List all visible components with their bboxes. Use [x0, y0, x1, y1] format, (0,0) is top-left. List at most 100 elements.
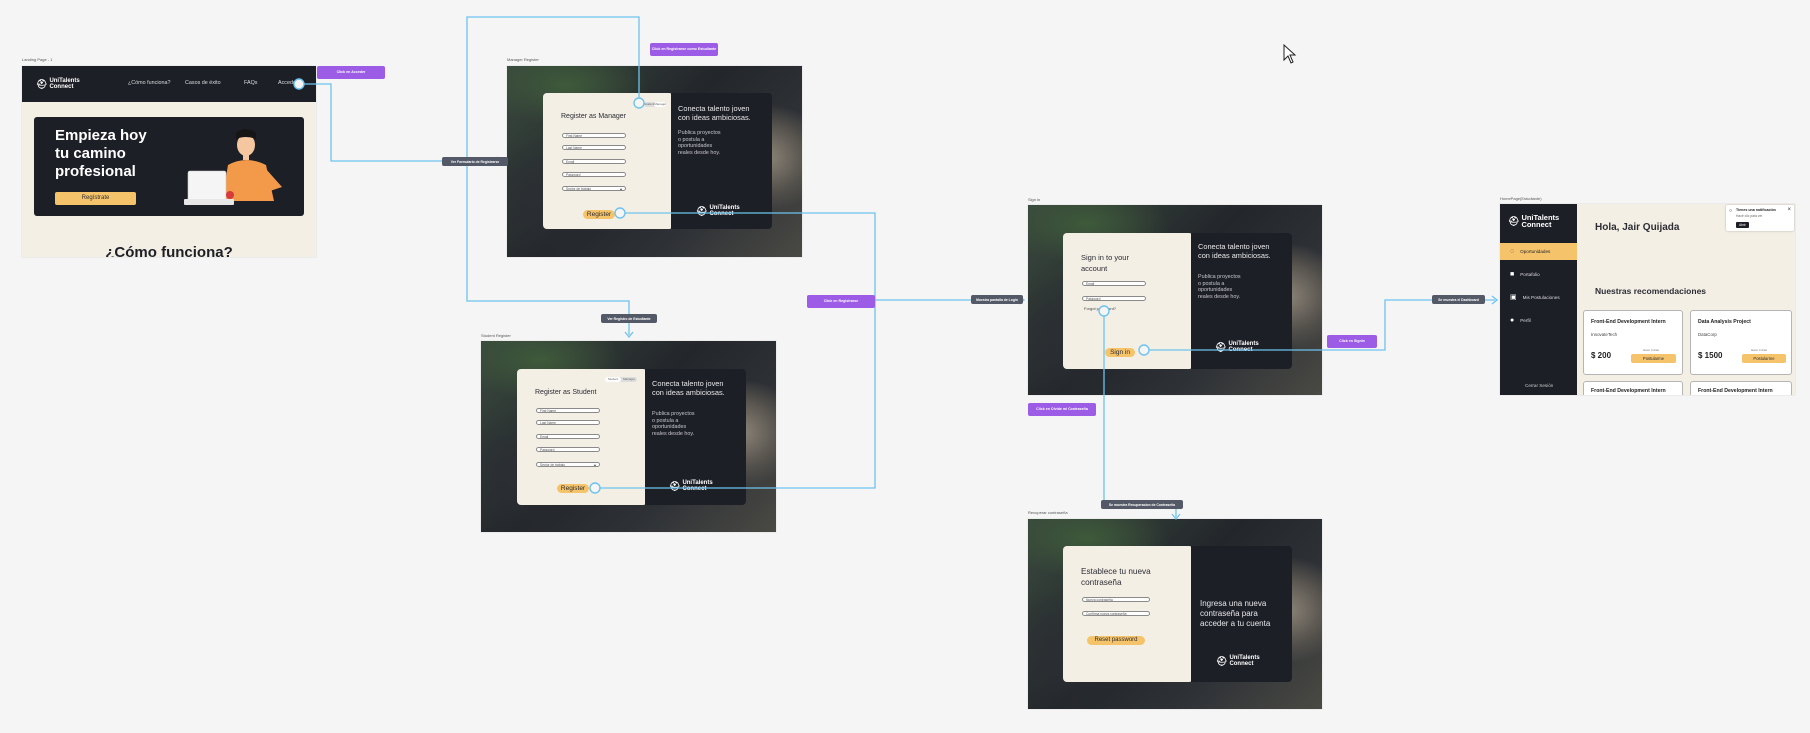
toggle-manager[interactable]: Manager — [654, 102, 667, 107]
logout-link[interactable]: Cerrar Sesión — [1525, 383, 1553, 388]
sidebar-item-label: Mis Postulaciones — [1522, 294, 1560, 300]
job-card-title: Data Analysis Project — [1698, 319, 1751, 325]
user-icon: ● — [1510, 316, 1515, 324]
signin-tagline: Conecta talento joven con ideas ambicios… — [1198, 242, 1271, 260]
student-tagline: Conecta talento joven con ideas ambicios… — [652, 379, 725, 397]
mouse-cursor-icon — [1283, 44, 1297, 64]
sidebar-item-perfil[interactable]: ● Perfil — [1500, 313, 1577, 327]
student-register-frame: Student Manager Register as Student Firs… — [481, 341, 776, 532]
hero-register-button[interactable]: Regístrate — [55, 192, 136, 205]
sidebar-item-label: Oportunidades — [1520, 249, 1551, 254]
last-name-field[interactable]: Last Name — [536, 420, 600, 425]
nav-item-como-funciona[interactable]: ¿Cómo funciona? — [128, 80, 171, 86]
nav-item-acceder[interactable]: Acceder — [278, 80, 298, 86]
annotation-click-acceder: Click en Acceder — [317, 66, 385, 79]
toast-open-button[interactable]: Abrir — [1736, 222, 1749, 228]
sidebar-item-label: Perfil — [1520, 317, 1531, 323]
manager-brand: ⛑ UniTalents Connect — [696, 205, 740, 217]
apply-button[interactable]: Postularme — [1742, 354, 1786, 363]
arrow-head-student — [624, 331, 634, 339]
signin-brand: ⛑ UniTalents Connect — [1215, 341, 1259, 353]
job-card-company: InnovateTech — [1591, 332, 1618, 337]
password-field[interactable]: Password — [1082, 296, 1146, 301]
job-card-company: DataCorp — [1698, 332, 1717, 337]
brand-name: UniTalents Connect — [682, 480, 713, 492]
brand-name: UniTalents Connect — [1229, 655, 1260, 667]
password-field[interactable]: Password — [536, 447, 600, 452]
manager-sub: Publica proyectos o postula a oportunida… — [678, 130, 721, 156]
notification-toast[interactable]: ○ Tienes una notificación Hacé clic para… — [1726, 205, 1794, 231]
first-name-field[interactable]: First Name — [562, 133, 626, 138]
sector-select-label: Sector de trabajo — [566, 187, 592, 191]
job-card[interactable]: Data Analysis Project DataCorp $ 1500 Ha… — [1690, 310, 1792, 375]
sidebar-item-postulaciones[interactable]: ▣ Mis Postulaciones — [1500, 290, 1577, 304]
arrow-head-home — [1491, 295, 1499, 305]
greeting: Hola, Jair Quijada — [1595, 222, 1680, 233]
sector-select-label: Sector de trabajo — [540, 463, 566, 467]
signin-title: Sign in to your account — [1081, 253, 1129, 273]
hero-title: Empieza hoy tu camino profesional — [55, 127, 147, 180]
job-card[interactable]: Front-End Development Intern — [1690, 381, 1792, 395]
nav-item-faqs[interactable]: FAQs — [244, 80, 257, 86]
recover-brand: ⛑ UniTalents Connect — [1216, 655, 1260, 667]
chevron-down-icon: ▼ — [593, 463, 597, 467]
recover-password-frame: Establece tu nueva contraseña Nueva cont… — [1028, 519, 1322, 709]
job-card[interactable]: Front-End Development Intern InnovateTec… — [1583, 310, 1683, 375]
home-logo: ⛑ UniTalents Connect — [1508, 213, 1563, 229]
section-title-como-funciona: ¿Cómo funciona? — [105, 244, 233, 257]
frame-label-manager: Manager Register — [507, 57, 539, 62]
manager-register-frame: Student Manager Register as Manager Firs… — [507, 66, 802, 257]
last-name-field[interactable]: Last Name — [562, 145, 626, 150]
home-sidebar: ⛑ UniTalents Connect ◌ Oportunidades ■ P… — [1500, 204, 1577, 395]
forgot-password-link[interactable]: Forgot password? — [1084, 306, 1116, 311]
student-role-toggle[interactable]: Student Manager — [605, 377, 637, 382]
sector-select[interactable]: Sector de trabajo ▼ — [536, 462, 600, 467]
toast-title: Tienes una notificación — [1736, 208, 1776, 212]
close-icon[interactable]: × — [1787, 207, 1791, 213]
annotation-click-olvido: Click en Olvide mi Contraseña — [1028, 403, 1096, 416]
manager-role-toggle[interactable]: Student Manager — [644, 102, 667, 107]
connector-acceder-to-manager — [301, 83, 501, 162]
email-field[interactable]: Email — [1082, 281, 1146, 286]
sidebar-item-portafolio[interactable]: ■ Portafolio — [1500, 267, 1577, 281]
graduation-cap-icon: ⛑ — [696, 206, 708, 216]
homepage-frame: ⛑ UniTalents Connect ◌ Oportunidades ■ P… — [1500, 204, 1795, 395]
annotation-muestra-login: Muestra pantalla de Login — [971, 295, 1023, 304]
reset-password-button[interactable]: Reset password — [1087, 636, 1145, 645]
student-form-title: Register as Student — [535, 389, 597, 396]
student-sub: Publica proyectos o postula a oportunida… — [652, 411, 695, 437]
toggle-manager[interactable]: Manager — [621, 377, 637, 382]
confirm-password-field[interactable]: Confirma nueva contraseña — [1082, 611, 1150, 616]
graduation-cap-icon: ⛑ — [669, 481, 681, 491]
annotation-ver-registro-estudiante: Ver Registro de Estudiante — [601, 314, 657, 323]
apply-button[interactable]: Postularme — [1631, 354, 1676, 363]
nav-item-casos-exito[interactable]: Casos de éxito — [185, 80, 221, 86]
first-name-field[interactable]: First Name — [536, 408, 600, 413]
email-field[interactable]: Email — [562, 159, 626, 164]
landing-logo: ⛑ UniTalents Connect — [36, 78, 80, 90]
sector-select[interactable]: Sector de trabajo ▼ — [562, 186, 626, 191]
job-card-title: Front-End Development Intern — [1698, 388, 1773, 394]
sidebar-item-oportunidades[interactable]: ◌ Oportunidades — [1500, 243, 1577, 260]
student-register-button[interactable]: Register — [557, 484, 589, 493]
frame-label-signin: Sign in — [1028, 197, 1041, 202]
new-password-field[interactable]: Nueva contraseña — [1082, 597, 1150, 602]
frame-label-recover: Recuperar contraseña — [1028, 510, 1068, 515]
frame-label-home: HomePage(Estudiante) — [1500, 196, 1542, 201]
email-field[interactable]: Email — [536, 434, 600, 439]
manager-register-button[interactable]: Register — [583, 210, 615, 219]
loader-icon: ◌ — [1510, 248, 1515, 255]
briefcase-icon: ■ — [1510, 270, 1515, 278]
annotation-muestra-dashboard: Se muestra el Dashboard — [1432, 295, 1485, 304]
student-brand: ⛑ UniTalents Connect — [669, 480, 713, 492]
toggle-student[interactable]: Student — [605, 377, 621, 382]
manager-tagline: Conecta talento joven con ideas ambicios… — [678, 104, 751, 122]
job-card[interactable]: Front-End Development Intern — [1583, 381, 1683, 395]
annotation-click-registrarse-estudiante: Click en Registrarse como Estudiante — [650, 43, 718, 56]
sign-in-button[interactable]: Sign in — [1105, 348, 1135, 357]
annotation-click-signin: Click en SignIn — [1327, 335, 1377, 348]
toggle-student[interactable]: Student — [644, 102, 654, 107]
hero-card: Empieza hoy tu camino profesional Regíst… — [34, 117, 304, 216]
brand-name: UniTalents Connect — [1521, 213, 1560, 229]
password-field[interactable]: Password — [562, 172, 626, 177]
